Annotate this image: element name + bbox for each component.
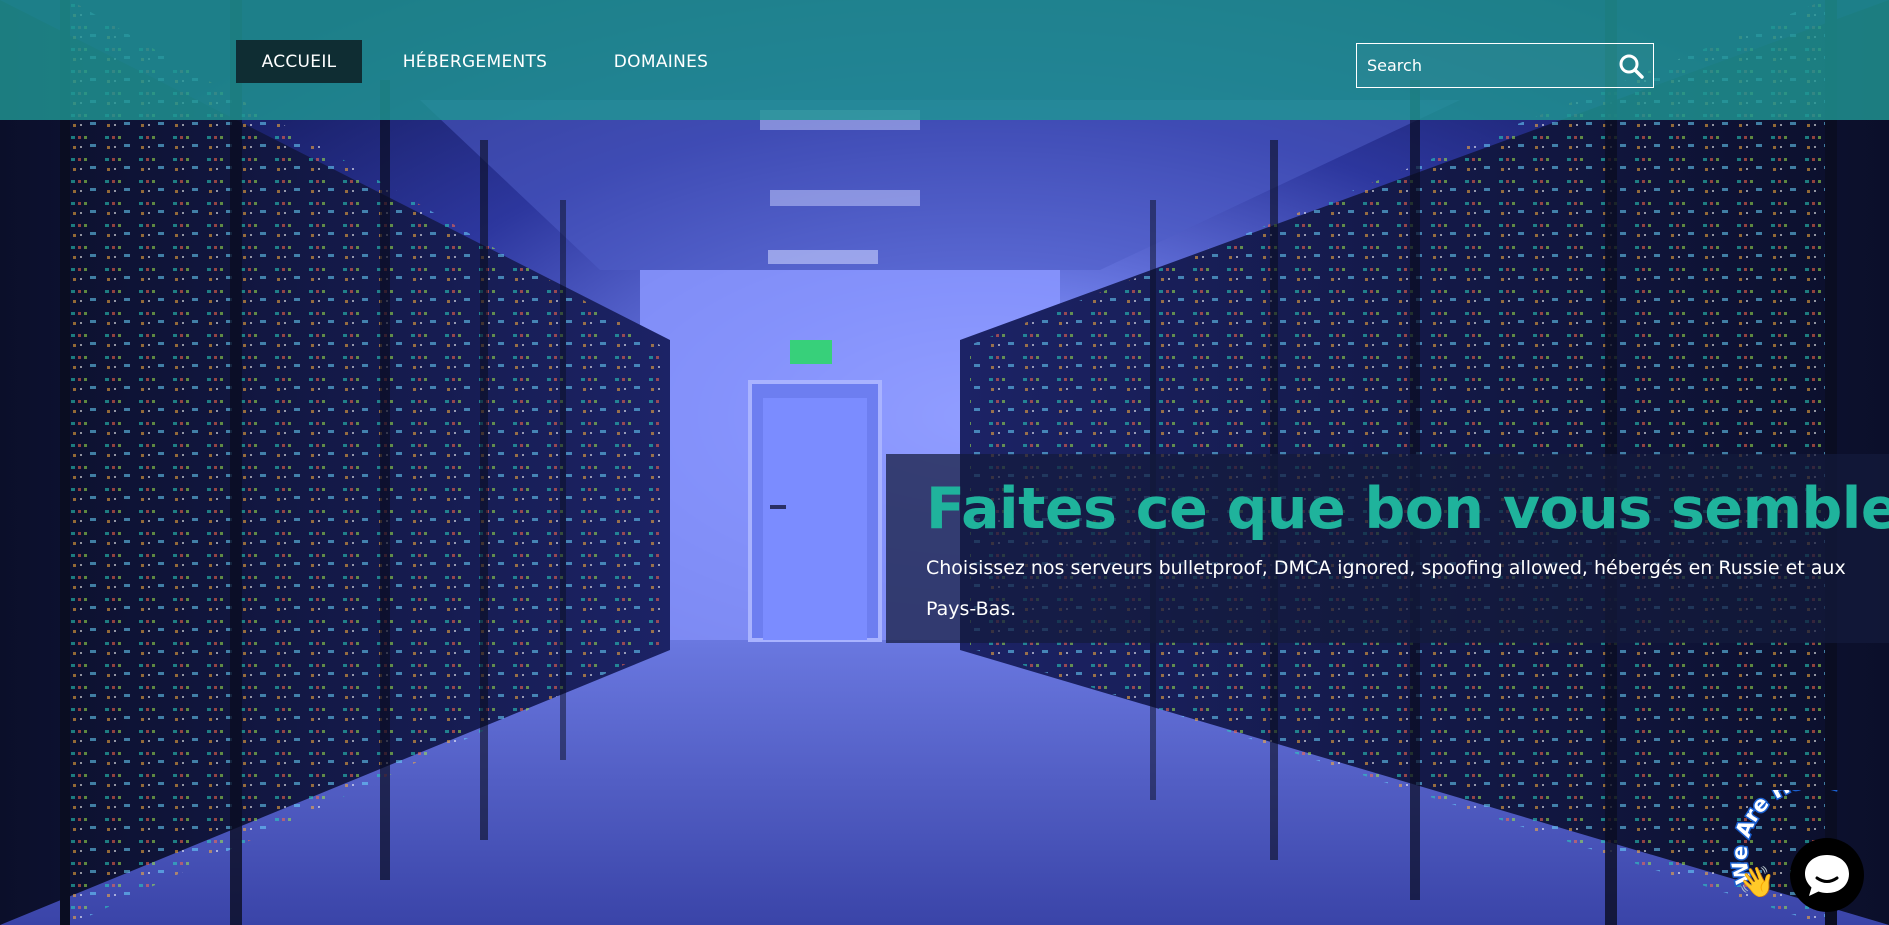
search-button[interactable] [1617,52,1645,80]
search-icon [1619,54,1644,79]
page: ACCUEIL HÉBERGEMENTS DOMAINES Faites ce … [0,0,1889,925]
search-box [1356,43,1654,88]
hero-tagline-panel: Faites ce que bon vous semble Choisissez… [886,454,1889,643]
nav-item-domaines[interactable]: DOMAINES [598,40,724,83]
open-chat-button[interactable] [1790,838,1864,912]
waving-hand-icon: 👋 [1738,865,1776,900]
search-input[interactable] [1367,44,1607,87]
nav-item-hebergements[interactable]: HÉBERGEMENTS [388,40,562,83]
chat-widget: We Are Here! 👋 [1730,790,1889,925]
top-navigation-bar: ACCUEIL HÉBERGEMENTS DOMAINES [0,0,1889,120]
hero-title: Faites ce que bon vous semble [926,476,1889,542]
chat-bubble-icon [1805,855,1849,896]
hero-subtitle: Choisissez nos serveurs bulletproof, DMC… [926,557,1846,620]
nav-item-accueil[interactable]: ACCUEIL [236,40,362,83]
